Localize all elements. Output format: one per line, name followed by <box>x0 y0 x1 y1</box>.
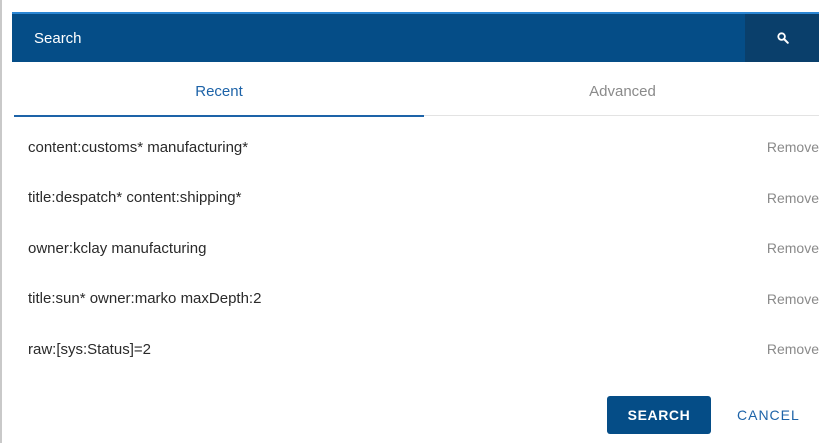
recent-query[interactable]: owner:kclay manufacturing <box>28 240 206 257</box>
search-tabs: Recent Advanced <box>14 66 819 117</box>
search-icon <box>777 32 789 44</box>
remove-link[interactable]: Remove <box>767 139 819 155</box>
list-item: title:sun* owner:marko maxDepth:2 Remove <box>14 274 819 325</box>
recent-query[interactable]: raw:[sys:Status]=2 <box>28 341 151 358</box>
search-panel: Recent Advanced content:customs* manufac… <box>0 0 819 443</box>
tab-recent[interactable]: Recent <box>14 66 424 117</box>
recent-query[interactable]: content:customs* manufacturing* <box>28 139 248 156</box>
remove-link[interactable]: Remove <box>767 341 819 357</box>
list-item: title:despatch* content:shipping* Remove <box>14 173 819 224</box>
list-item: raw:[sys:Status]=2 Remove <box>14 324 819 375</box>
list-item: content:customs* manufacturing* Remove <box>14 122 819 173</box>
tab-advanced-label: Advanced <box>589 82 656 100</box>
remove-link[interactable]: Remove <box>767 240 819 256</box>
search-button[interactable]: SEARCH <box>607 396 711 434</box>
list-item: owner:kclay manufacturing Remove <box>14 223 819 274</box>
tab-advanced[interactable]: Advanced <box>424 66 819 116</box>
search-submit-button[interactable] <box>745 14 819 62</box>
tab-recent-label: Recent <box>195 82 243 100</box>
remove-link[interactable]: Remove <box>767 291 819 307</box>
cancel-button[interactable]: CANCEL <box>727 396 819 434</box>
search-bar <box>12 12 819 62</box>
recent-query[interactable]: title:despatch* content:shipping* <box>28 189 241 206</box>
recent-search-list: content:customs* manufacturing* Remove t… <box>14 122 819 375</box>
search-input[interactable] <box>12 14 745 62</box>
recent-query[interactable]: title:sun* owner:marko maxDepth:2 <box>28 290 261 307</box>
remove-link[interactable]: Remove <box>767 190 819 206</box>
